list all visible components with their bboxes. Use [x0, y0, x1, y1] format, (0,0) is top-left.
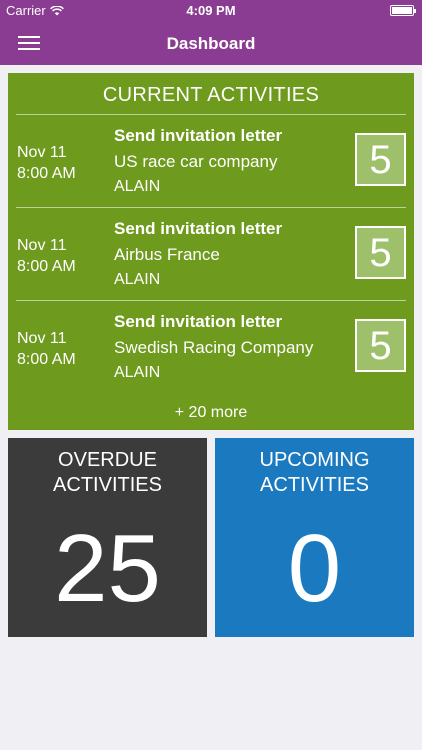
upcoming-count: 0 [287, 515, 342, 622]
activity-time: 8:00 AM [17, 351, 76, 368]
nav-bar: Dashboard [0, 22, 422, 65]
activity-title: Send invitation letter [114, 219, 283, 238]
upcoming-title-line1: UPCOMING [259, 449, 370, 471]
battery-icon [390, 5, 416, 16]
upcoming-tile-title: UPCOMING ACTIVITIES [215, 448, 414, 498]
activity-time: 8:00 AM [17, 165, 76, 182]
overdue-tile-title: OVERDUE ACTIVITIES [8, 448, 207, 498]
activity-owner: ALAIN [114, 364, 161, 381]
activity-row[interactable]: Nov 11 8:00 AM Send invitation letter Sw… [16, 301, 406, 394]
activity-priority-badge: 5 [355, 133, 406, 186]
activity-date: Nov 11 [17, 330, 67, 347]
overdue-title-line1: OVERDUE [58, 449, 157, 471]
activity-company: Airbus France [114, 245, 220, 264]
current-activities-title: CURRENT ACTIVITIES [16, 73, 406, 115]
activity-datetime: Nov 11 8:00 AM [17, 328, 76, 370]
overdue-activities-tile[interactable]: OVERDUE ACTIVITIES 25 [8, 438, 207, 637]
activity-row[interactable]: Nov 11 8:00 AM Send invitation letter Ai… [16, 208, 406, 301]
activity-priority-badge: 5 [355, 319, 406, 372]
upcoming-activities-tile[interactable]: UPCOMING ACTIVITIES 0 [215, 438, 414, 637]
activity-company: US race car company [114, 152, 278, 171]
activity-row[interactable]: Nov 11 8:00 AM Send invitation letter US… [16, 115, 406, 208]
page-title: Dashboard [166, 34, 256, 53]
overdue-count: 25 [54, 515, 161, 622]
activity-time: 8:00 AM [17, 258, 76, 275]
upcoming-title-line2: ACTIVITIES [260, 474, 369, 496]
activity-title: Send invitation letter [114, 126, 283, 145]
activity-priority-badge: 5 [355, 226, 406, 279]
activity-date: Nov 11 [17, 237, 67, 254]
activity-company: Swedish Racing Company [114, 338, 314, 357]
activity-owner: ALAIN [114, 178, 161, 195]
activity-owner: ALAIN [114, 271, 161, 288]
status-time: 4:09 PM [186, 3, 236, 18]
activity-date: Nov 11 [17, 144, 67, 161]
status-bar: Carrier 4:09 PM [0, 0, 422, 22]
overdue-title-line2: ACTIVITIES [53, 474, 162, 496]
activity-datetime: Nov 11 8:00 AM [17, 235, 76, 277]
activity-datetime: Nov 11 8:00 AM [17, 142, 76, 184]
more-activities-link[interactable]: + 20 more [8, 404, 414, 422]
activity-title: Send invitation letter [114, 312, 283, 331]
current-activities-card: CURRENT ACTIVITIES Nov 11 8:00 AM Send i… [8, 73, 414, 430]
